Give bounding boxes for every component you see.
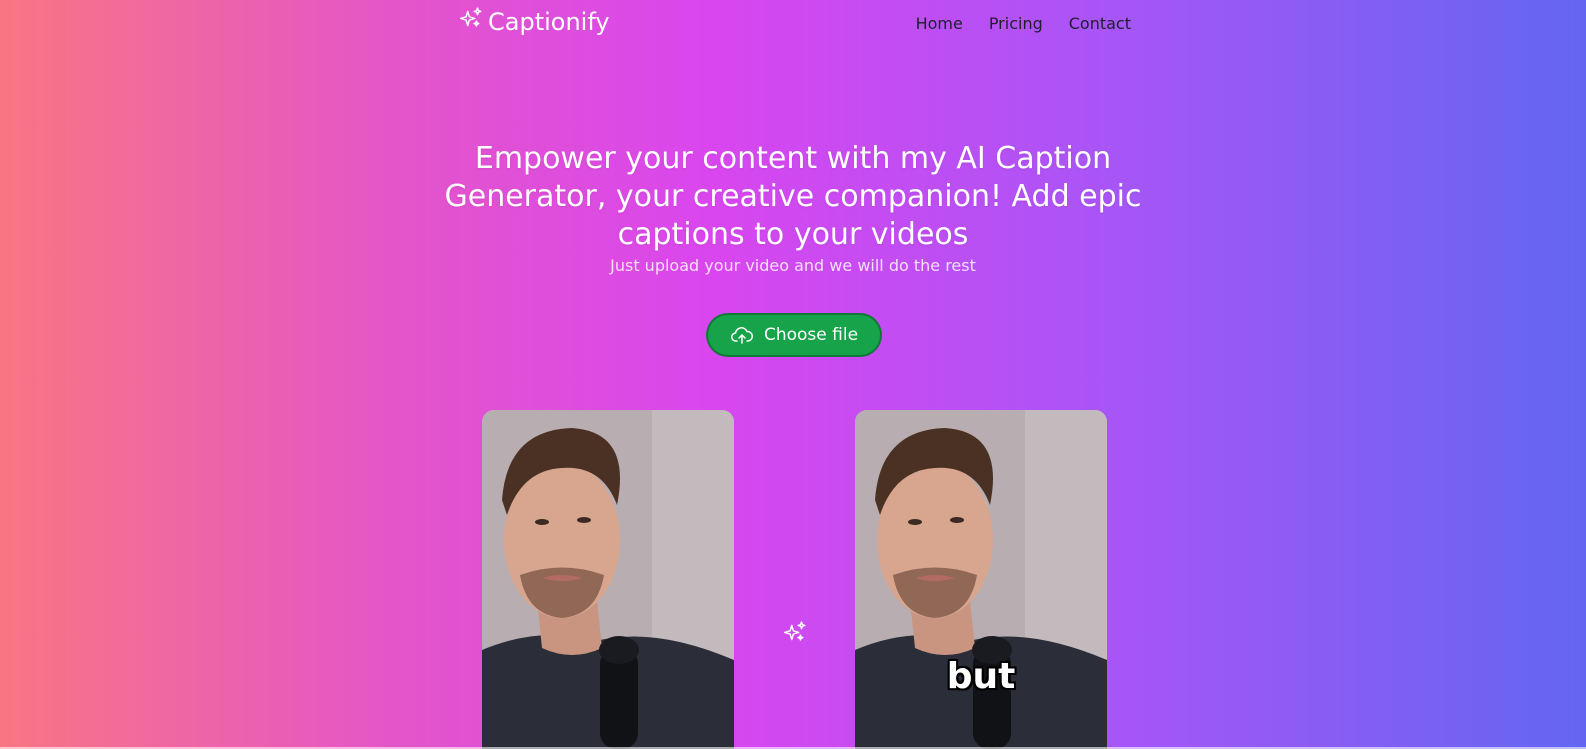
hero-headline: Empower your content with my AI Caption … [444, 141, 1142, 252]
video-after[interactable]: but [855, 410, 1107, 749]
site-header: Captionify Home Pricing Contact [458, 0, 1131, 48]
nav-contact[interactable]: Contact [1069, 14, 1131, 33]
choose-file-button[interactable]: Choose file [706, 313, 882, 357]
nav-pricing[interactable]: Pricing [989, 14, 1043, 33]
hero-subline: Just upload your video and we will do th… [610, 256, 976, 275]
logo-text: Captionify [488, 8, 610, 36]
video-frame-image [482, 410, 734, 749]
sparkles-icon [783, 621, 806, 641]
caption-overlay-text: but [946, 655, 1016, 698]
cloud-upload-icon [730, 327, 753, 344]
hero-section: Empower your content with my AI Caption … [443, 140, 1143, 275]
logo-link[interactable]: Captionify [458, 7, 610, 36]
main-nav: Home Pricing Contact [916, 14, 1131, 33]
sparkles-icon [459, 7, 482, 27]
video-frame-image [855, 410, 1107, 749]
video-before[interactable] [482, 410, 734, 749]
nav-home[interactable]: Home [916, 14, 963, 33]
choose-file-label: Choose file [763, 325, 859, 345]
